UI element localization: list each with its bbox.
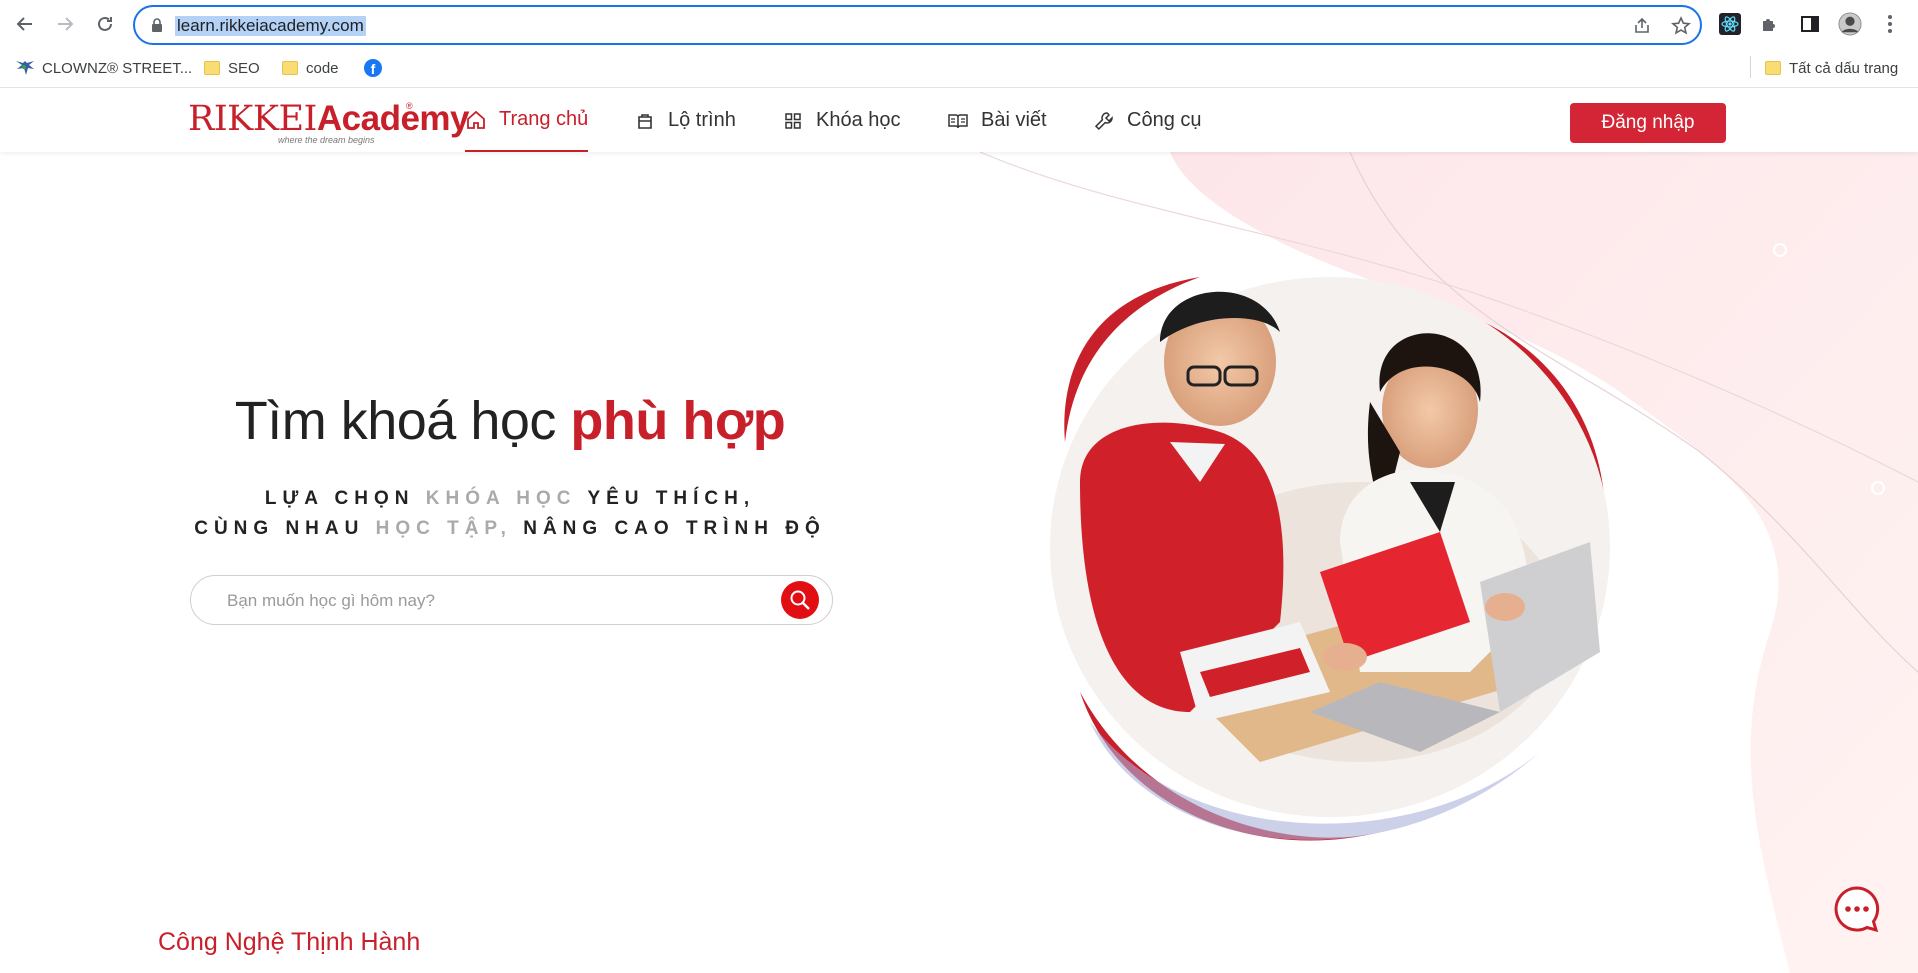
- nav-home-label: Trang chủ: [499, 108, 589, 130]
- lock-icon: [152, 18, 162, 32]
- hero-section: [0, 152, 1918, 973]
- extensions-puzzle-icon[interactable]: [1758, 12, 1782, 36]
- bag-icon: [634, 110, 656, 132]
- chat-button[interactable]: [1832, 884, 1882, 934]
- nav-home[interactable]: Trang chủ: [465, 89, 589, 152]
- bookmark-clownz[interactable]: CLOWNZ® STREET...: [14, 58, 192, 78]
- hero-background-shape: [979, 152, 1918, 973]
- wrench-icon: [1093, 110, 1115, 132]
- browser-toolbar: learn.rikkeiacademy.com: [0, 0, 1918, 48]
- logo-academy-text: Academy: [316, 99, 470, 138]
- clownz-logo-icon: [16, 61, 34, 75]
- chat-bubble-icon: [1834, 886, 1880, 933]
- book-icon: [947, 110, 969, 132]
- nav-courses[interactable]: Khóa học: [782, 89, 901, 152]
- nav-roadmap[interactable]: Lộ trình: [634, 89, 736, 152]
- logo-registered-mark: ®: [406, 101, 413, 111]
- nav-tools[interactable]: Công cụ: [1093, 89, 1202, 152]
- nav-articles-label: Bài viết: [981, 109, 1047, 131]
- nav-courses-label: Khóa học: [816, 109, 901, 131]
- nav-articles[interactable]: Bài viết: [947, 89, 1047, 152]
- facebook-icon: f: [364, 59, 382, 77]
- address-bar[interactable]: learn.rikkeiacademy.com: [133, 5, 1702, 45]
- reload-icon: [98, 16, 112, 31]
- side-panel-icon[interactable]: [1798, 12, 1822, 36]
- bookmark-code[interactable]: code: [282, 58, 339, 78]
- hero-subtitle-line-1: LỰA CHỌN KHÓA HỌC YÊU THÍCH,: [264, 488, 756, 509]
- hero-title: Tìm khoá học phù hợp: [0, 390, 1020, 452]
- logo-rikkei-text: RIKKEI: [188, 99, 317, 139]
- profile-avatar[interactable]: [1838, 12, 1862, 36]
- logo-tagline: where the dream begins: [278, 135, 375, 145]
- browser-menu-icon[interactable]: [1878, 12, 1902, 36]
- hero-title-plain: Tìm khoá học: [234, 391, 571, 451]
- bookmark-star-icon[interactable]: [1670, 15, 1692, 37]
- rikkei-academy-logo[interactable]: RIKKEIAcademy ® where the dream begins: [188, 99, 470, 145]
- all-bookmarks[interactable]: Tất cả dấu trang: [1765, 58, 1898, 78]
- reload-button[interactable]: [91, 10, 119, 38]
- hero-title-accent: phù hợp: [570, 391, 786, 451]
- back-button[interactable]: [11, 10, 39, 38]
- react-devtools-icon[interactable]: [1718, 12, 1742, 36]
- home-icon: [465, 109, 487, 131]
- folder-icon: [204, 61, 220, 75]
- folder-icon: [282, 61, 298, 75]
- trending-tech-title: Công Nghệ Thịnh Hành: [158, 928, 421, 956]
- bookmarks-bar: CLOWNZ® STREET... SEO code f Tất cả dấu …: [0, 48, 1918, 88]
- bookmarks-divider: [1750, 56, 1751, 78]
- bookmark-facebook[interactable]: f: [364, 58, 382, 78]
- forward-button[interactable]: [51, 10, 79, 38]
- arrow-left-icon: [16, 17, 32, 31]
- course-search-box: [190, 575, 833, 625]
- search-icon: [790, 590, 810, 610]
- nav-roadmap-label: Lộ trình: [668, 109, 736, 131]
- share-icon[interactable]: [1631, 15, 1653, 37]
- course-search-input[interactable]: [227, 588, 747, 614]
- site-header: RIKKEIAcademy ® where the dream begins T…: [0, 89, 1918, 152]
- grid-icon: [782, 110, 804, 132]
- login-button[interactable]: Đăng nhập: [1570, 103, 1726, 143]
- bookmark-seo[interactable]: SEO: [204, 58, 260, 78]
- search-button[interactable]: [781, 581, 819, 619]
- hero-subtitle-line-2: CÙNG NHAU HỌC TẬP, NÂNG CAO TRÌNH ĐỘ: [194, 518, 826, 539]
- nav-tools-label: Công cụ: [1127, 109, 1202, 131]
- url-text[interactable]: learn.rikkeiacademy.com: [175, 16, 366, 36]
- folder-icon: [1765, 61, 1781, 75]
- arrow-right-icon: [58, 17, 74, 31]
